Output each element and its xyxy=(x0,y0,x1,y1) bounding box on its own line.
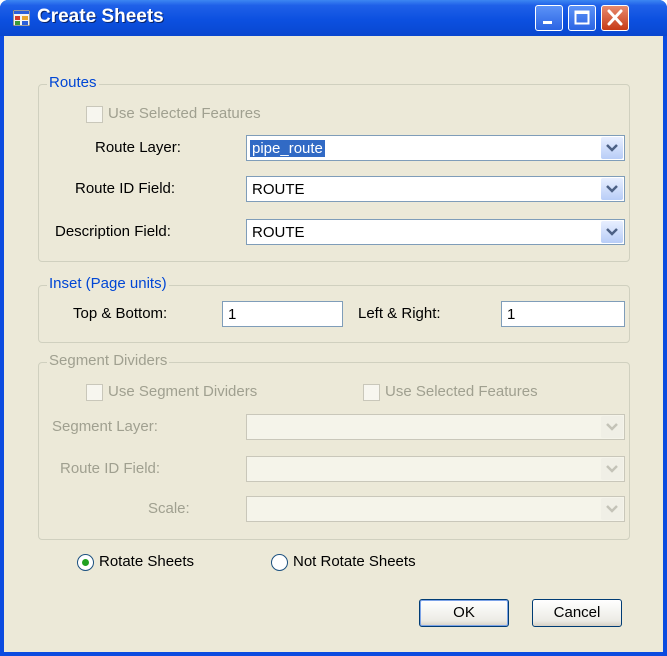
cancel-button[interactable]: Cancel xyxy=(532,599,622,627)
segment-layer-label: Segment Layer: xyxy=(52,418,158,435)
close-icon xyxy=(607,9,623,26)
segment-route-id-dropdown-button[interactable] xyxy=(601,458,623,480)
route-id-field-label: Route ID Field: xyxy=(75,180,176,197)
chevron-down-icon xyxy=(606,144,618,152)
segment-use-selected-label: Use Selected Features xyxy=(385,383,538,400)
top-bottom-input[interactable]: 1 xyxy=(222,301,343,327)
segment-layer-dropdown[interactable] xyxy=(246,414,625,440)
route-layer-dropdown[interactable]: pipe_route xyxy=(246,135,625,161)
top-bottom-label: Top & Bottom: xyxy=(73,305,168,322)
top-bottom-value: 1 xyxy=(228,306,237,323)
scale-label: Scale: xyxy=(148,500,190,517)
description-field-dropdown[interactable]: ROUTE xyxy=(246,219,625,245)
use-segment-dividers-checkbox[interactable] xyxy=(86,384,103,401)
inset-legend: Inset (Page units) xyxy=(47,275,169,292)
use-selected-features-label: Use Selected Features xyxy=(108,105,261,122)
scale-dropdown-button[interactable] xyxy=(601,498,623,520)
use-selected-features-checkbox[interactable] xyxy=(86,106,103,123)
maximize-button[interactable] xyxy=(568,5,596,31)
description-dropdown-button[interactable] xyxy=(601,221,623,243)
route-id-dropdown-button[interactable] xyxy=(601,178,623,200)
dialog-body: Routes Use Selected Features Route Layer… xyxy=(4,36,663,652)
left-right-label: Left & Right: xyxy=(358,305,441,322)
chevron-down-icon xyxy=(606,505,618,513)
segment-layer-dropdown-button[interactable] xyxy=(601,416,623,438)
close-button[interactable] xyxy=(601,5,629,31)
left-right-input[interactable]: 1 xyxy=(501,301,625,327)
description-field-label: Description Field: xyxy=(55,223,171,240)
not-rotate-sheets-label: Not Rotate Sheets xyxy=(293,553,416,570)
scale-dropdown[interactable] xyxy=(246,496,625,522)
radio-selected-dot xyxy=(82,559,89,566)
chevron-down-icon xyxy=(606,228,618,236)
ok-button[interactable]: OK xyxy=(419,599,509,627)
app-icon xyxy=(13,10,30,26)
routes-legend: Routes xyxy=(47,74,99,91)
segment-route-id-label: Route ID Field: xyxy=(60,460,161,477)
not-rotate-sheets-radio[interactable] xyxy=(271,554,288,571)
segment-dividers-legend: Segment Dividers xyxy=(47,352,170,369)
chevron-down-icon xyxy=(606,423,618,431)
use-segment-dividers-label: Use Segment Dividers xyxy=(108,383,258,400)
route-id-field-value: ROUTE xyxy=(252,181,305,198)
maximize-icon xyxy=(574,10,590,25)
chevron-down-icon xyxy=(606,465,618,473)
route-layer-value: pipe_route xyxy=(250,140,325,157)
rotate-sheets-label: Rotate Sheets xyxy=(99,553,195,570)
dialog-window: Create Sheets Routes Use Selected Featur… xyxy=(0,0,667,656)
route-layer-label: Route Layer: xyxy=(95,139,181,156)
route-layer-dropdown-button[interactable] xyxy=(601,137,623,159)
description-field-value: ROUTE xyxy=(252,224,305,241)
minimize-button[interactable] xyxy=(535,5,563,31)
window-title: Create Sheets xyxy=(37,6,164,27)
left-right-value: 1 xyxy=(507,306,516,323)
segment-use-selected-checkbox[interactable] xyxy=(363,384,380,401)
route-id-field-dropdown[interactable]: ROUTE xyxy=(246,176,625,202)
minimize-icon xyxy=(543,21,552,24)
title-bar[interactable]: Create Sheets xyxy=(0,0,667,36)
rotate-sheets-radio[interactable] xyxy=(77,554,94,571)
segment-route-id-dropdown[interactable] xyxy=(246,456,625,482)
chevron-down-icon xyxy=(606,185,618,193)
